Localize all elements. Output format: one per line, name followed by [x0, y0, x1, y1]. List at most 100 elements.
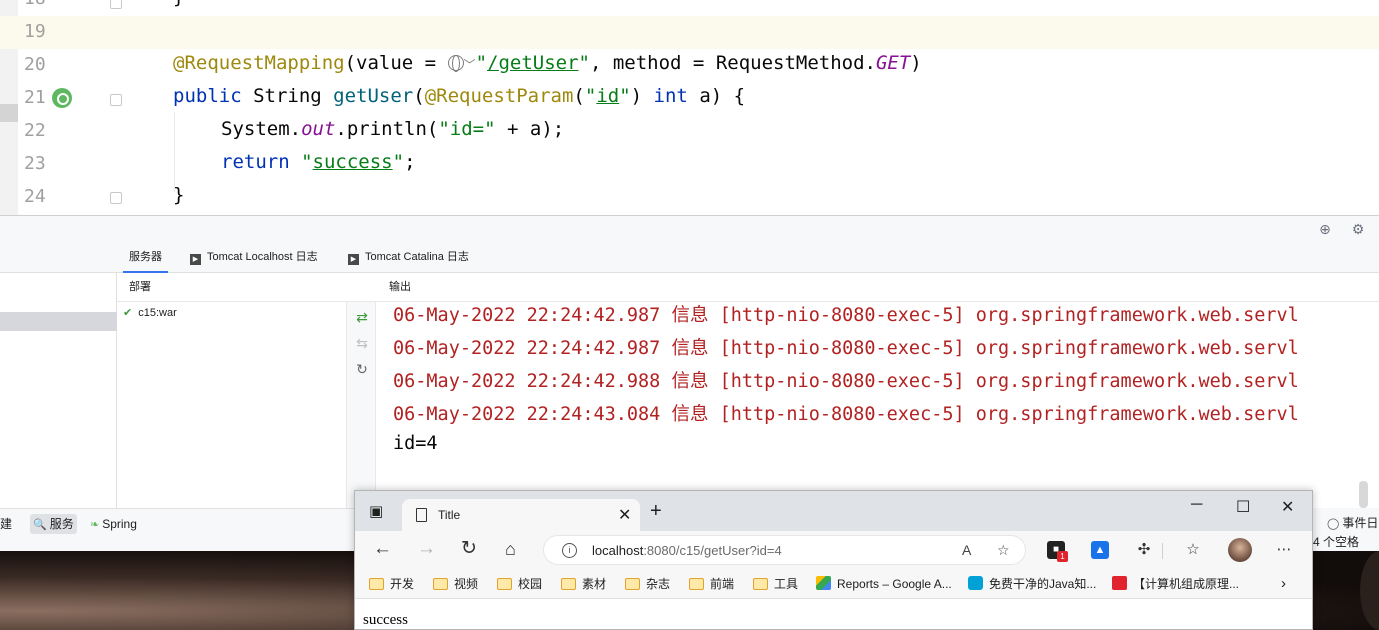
- code-token: a) {: [687, 85, 746, 107]
- gear-icon[interactable]: ⚙: [1351, 222, 1365, 236]
- refresh-icon[interactable]: ↻: [354, 361, 370, 377]
- bookmark-link[interactable]: 免费干净的Java知...: [968, 576, 1096, 592]
- code-token: id: [596, 85, 620, 107]
- code-line-21[interactable]: 21 public String getUser(@RequestParam("…: [0, 82, 1379, 115]
- extensions-puzzle-icon[interactable]: ✣: [1135, 541, 1153, 559]
- avatar[interactable]: [1228, 538, 1252, 562]
- info-icon[interactable]: i: [562, 543, 577, 558]
- tab-tomcat-catalina-log[interactable]: ▶ Tomcat Catalina 日志: [342, 242, 475, 273]
- bookmark-folder[interactable]: 校园: [497, 576, 542, 592]
- url-path-link[interactable]: /getUser: [487, 52, 579, 74]
- tab-label: Tomcat Catalina 日志: [365, 251, 469, 263]
- line-number: 23: [24, 153, 46, 174]
- code-line-20[interactable]: 20 @RequestMapping(value = ﹀"/getUser", …: [0, 49, 1379, 82]
- more-icon[interactable]: ⋯: [1275, 541, 1293, 559]
- log-line: 06-May-2022 22:24:42.988 信息 [http-nio-80…: [393, 371, 1299, 392]
- code-editor[interactable]: 18 } 19 20 @RequestMapping(value = ﹀"/ge…: [0, 0, 1379, 215]
- bilibili-icon: [968, 576, 983, 590]
- globe-icon[interactable]: [447, 55, 464, 72]
- code-line-18[interactable]: 18 }: [0, 0, 1379, 16]
- code-token: + a);: [495, 118, 565, 140]
- fold-marker[interactable]: [110, 0, 122, 9]
- code-token: System.: [221, 118, 302, 140]
- scrollbar[interactable]: [1359, 481, 1368, 508]
- favorite-add-icon[interactable]: ☆: [997, 542, 1010, 559]
- reload-icon[interactable]: ↻: [461, 539, 477, 559]
- code-line-22[interactable]: 22 System.out.println("id=" + a);: [0, 115, 1379, 148]
- code-line-23[interactable]: 23 return "success";: [0, 148, 1379, 181]
- fold-marker[interactable]: [110, 94, 122, 106]
- code-token: "id=": [438, 118, 496, 140]
- chevron-right-icon[interactable]: ›: [1281, 576, 1286, 592]
- close-tab-icon[interactable]: ✕: [618, 505, 631, 525]
- bookmark-link[interactable]: 【计算机组成原理...: [1112, 576, 1239, 592]
- statusbar-item[interactable]: 建: [0, 514, 12, 534]
- services-tree[interactable]: [0, 273, 117, 508]
- bookmark-folder[interactable]: 视频: [433, 576, 478, 592]
- line-number: 22: [24, 120, 46, 141]
- statusbar-label: 服务: [49, 517, 74, 531]
- toolbar-divider: [1162, 543, 1163, 559]
- code-line-19[interactable]: 19: [0, 16, 1379, 49]
- spring-bean-icon[interactable]: [52, 88, 72, 108]
- deployment-item[interactable]: ✔ c15:war: [123, 306, 177, 319]
- tab-actions-icon[interactable]: ▣: [369, 502, 383, 520]
- output-header: 输出: [346, 273, 1379, 302]
- read-aloud-icon[interactable]: A: [962, 542, 971, 558]
- bookmark-label: 免费干净的Java知...: [989, 577, 1097, 591]
- wallpaper-shape: [1360, 551, 1379, 630]
- tab-tomcat-localhost-log[interactable]: ▶ Tomcat Localhost 日志: [184, 242, 324, 273]
- log-line: 06-May-2022 22:24:43.084 信息 [http-nio-80…: [393, 404, 1299, 425]
- folder-icon: [497, 578, 512, 590]
- browser-titlebar: ▣ Title ✕ + ─ ☐ ✕: [355, 491, 1312, 531]
- bookmark-link[interactable]: Reports – Google A...: [816, 576, 952, 592]
- tab-server[interactable]: 服务器: [123, 242, 168, 273]
- code-line-24[interactable]: 24 }: [0, 181, 1379, 214]
- statusbar-services[interactable]: 🔍 服务: [30, 514, 77, 534]
- indent-setting[interactable]: 4 个空格: [1313, 532, 1359, 552]
- address-bar[interactable]: i localhost:8080/c15/getUser?id=4 A ☆: [543, 535, 1026, 565]
- selected-tree-row[interactable]: [0, 312, 117, 331]
- line-number: 18: [24, 0, 54, 9]
- response-text: success: [363, 612, 408, 628]
- bookmark-folder[interactable]: 杂志: [625, 576, 670, 592]
- bookmark-label: 前端: [710, 577, 735, 591]
- code-token: ): [910, 52, 922, 74]
- back-icon[interactable]: ←: [373, 539, 392, 559]
- chevron-down-icon[interactable]: ﹀: [464, 58, 476, 72]
- leaf-icon: ❧: [90, 519, 100, 531]
- stdout-line: id=4: [393, 433, 438, 454]
- maximize-icon[interactable]: ☐: [1236, 497, 1250, 517]
- browser-tab[interactable]: Title ✕: [402, 499, 640, 531]
- close-window-icon[interactable]: ✕: [1281, 497, 1294, 517]
- line-number: 21: [24, 87, 46, 108]
- bookmark-folder[interactable]: 前端: [689, 576, 734, 592]
- deploy-icon[interactable]: ⇄: [354, 309, 370, 325]
- new-tab-icon[interactable]: +: [650, 500, 662, 523]
- services-tabbar: 服务器 ▶ Tomcat Localhost 日志 ▶ Tomcat Catalin…: [0, 242, 1379, 273]
- deployment-pane: 部署 ✔ c15:war: [117, 273, 347, 508]
- minimize-icon[interactable]: ─: [1191, 496, 1202, 514]
- browser-toolbar: ← → ↻ ⌂ i localhost:8080/c15/getUser?id=…: [355, 531, 1312, 569]
- event-log[interactable]: ◯ 事件日: [1327, 513, 1378, 533]
- indent-guide: [174, 112, 175, 192]
- document-icon: [416, 508, 427, 522]
- bookmark-label: 校园: [518, 577, 543, 591]
- code-token: ": [584, 85, 597, 107]
- home-icon[interactable]: ⌂: [505, 539, 516, 559]
- output-console[interactable]: 输出 06-May-2022 22:24:42.987 信息 [http-nio…: [346, 273, 1379, 508]
- forward-icon[interactable]: →: [417, 539, 436, 559]
- undeploy-icon[interactable]: ⇆: [354, 335, 370, 351]
- fold-marker[interactable]: [110, 192, 122, 204]
- browser-window[interactable]: ▣ Title ✕ + ─ ☐ ✕ ← → ↻ ⌂ i localhost:80…: [354, 490, 1313, 630]
- bookmark-folder[interactable]: 开发: [369, 576, 414, 592]
- extension-person-icon[interactable]: ▲: [1091, 541, 1109, 559]
- log-line: 06-May-2022 22:24:42.987 信息 [http-nio-80…: [393, 305, 1299, 326]
- crosshair-icon[interactable]: ⊕: [1318, 222, 1332, 236]
- code-token: ": [301, 151, 313, 173]
- statusbar-spring[interactable]: ❧ Spring: [90, 514, 137, 534]
- bookmark-folder[interactable]: 素材: [561, 576, 606, 592]
- play-icon: ▶: [348, 254, 359, 265]
- favorites-icon[interactable]: ☆: [1184, 541, 1202, 559]
- bookmark-folder[interactable]: 工具: [753, 576, 798, 592]
